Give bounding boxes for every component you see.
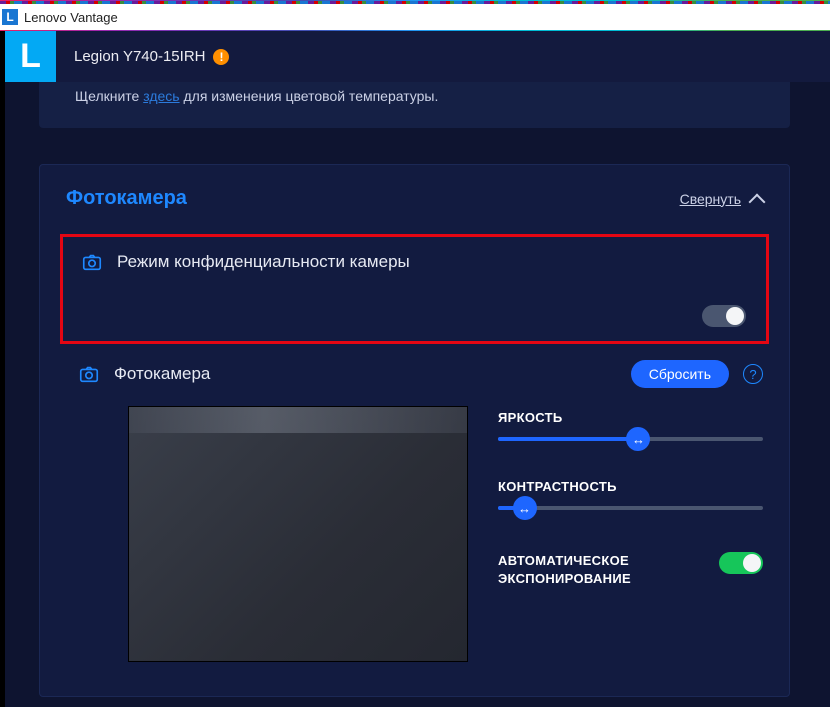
brightness-control: ЯРКОСТЬ ↔ — [498, 410, 763, 441]
help-icon[interactable]: ? — [743, 364, 763, 384]
chevron-up-icon — [749, 193, 766, 210]
panel-title: Фотокамера — [66, 187, 187, 210]
camera-icon — [81, 251, 103, 273]
app-header: L Legion Y740-15IRH ! — [5, 31, 830, 82]
privacy-row: Режим конфиденциальности камеры — [81, 251, 746, 273]
app-area: L Legion Y740-15IRH ! Щелкните здесь для… — [0, 31, 830, 707]
camera-section-label: Фотокамера — [114, 364, 210, 384]
contrast-control: КОНТРАСТНОСТЬ ↔ — [498, 479, 763, 510]
camera-panel: Фотокамера Свернуть Режим конфиден — [39, 164, 790, 697]
brand-logo: L — [5, 31, 56, 82]
hint-prefix: Щелкните — [75, 88, 139, 104]
auto-exposure-row: АВТОМАТИЧЕСКОЕ ЭКСПОНИРОВАНИЕ — [498, 552, 763, 588]
temperature-hint-card: Щелкните здесь для изменения цветовой те… — [39, 82, 790, 128]
collapse-label: Свернуть — [680, 191, 741, 207]
privacy-label: Режим конфиденциальности камеры — [117, 252, 410, 272]
alert-icon[interactable]: ! — [213, 49, 229, 65]
window-titlebar: L Lenovo Vantage — [0, 0, 830, 31]
hint-link[interactable]: здесь — [143, 88, 179, 104]
app-icon: L — [2, 9, 18, 25]
slider-fill — [498, 437, 638, 441]
privacy-toggle[interactable] — [702, 305, 746, 327]
contrast-slider[interactable]: ↔ — [498, 506, 763, 510]
privacy-highlight-box: Режим конфиденциальности камеры — [60, 234, 769, 344]
slider-thumb[interactable]: ↔ — [513, 496, 537, 520]
auto-exposure-label: АВТОМАТИЧЕСКОЕ ЭКСПОНИРОВАНИЕ — [498, 552, 678, 588]
camera-section-header: Фотокамера Сбросить ? — [40, 344, 789, 398]
panel-header: Фотокамера Свернуть — [40, 165, 789, 228]
hint-text: Щелкните здесь для изменения цветовой те… — [75, 82, 754, 104]
device-name: Legion Y740-15IRH — [74, 48, 205, 65]
brightness-slider[interactable]: ↔ — [498, 437, 763, 441]
auto-exposure-toggle[interactable] — [719, 552, 763, 574]
camera-controls: ЯРКОСТЬ ↔ КОНТРАСТНОСТЬ ↔ — [498, 406, 763, 662]
toggle-knob — [726, 307, 744, 325]
window-accent-border — [0, 1, 830, 4]
device-name-row: Legion Y740-15IRH ! — [74, 48, 229, 65]
contrast-label: КОНТРАСТНОСТЬ — [498, 479, 763, 494]
brightness-label: ЯРКОСТЬ — [498, 410, 763, 425]
collapse-button[interactable]: Свернуть — [680, 190, 763, 208]
slider-thumb[interactable]: ↔ — [626, 427, 650, 451]
camera-preview — [128, 406, 468, 662]
reset-button[interactable]: Сбросить — [631, 360, 729, 388]
toggle-knob — [743, 554, 761, 572]
hint-suffix: для изменения цветовой температуры. — [184, 88, 439, 104]
content-area: Щелкните здесь для изменения цветовой те… — [5, 82, 830, 697]
camera-icon — [78, 363, 100, 385]
window-title: Lenovo Vantage — [24, 10, 118, 25]
camera-body: ЯРКОСТЬ ↔ КОНТРАСТНОСТЬ ↔ — [40, 398, 789, 662]
